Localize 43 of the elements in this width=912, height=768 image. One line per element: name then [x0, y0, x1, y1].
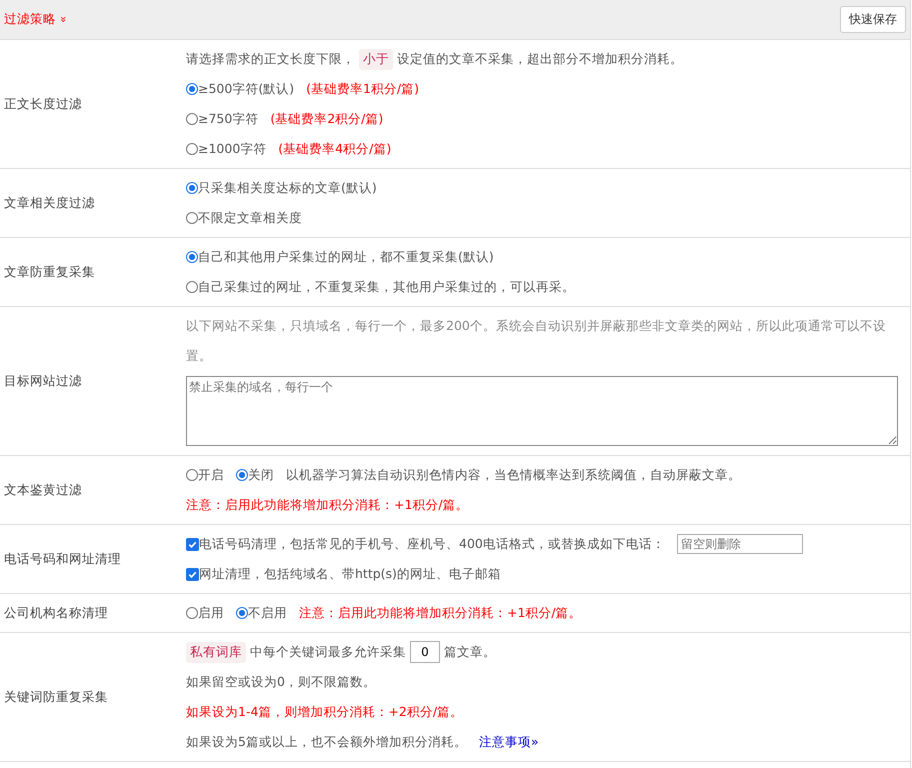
warning-text: (基础费率4积分/篇): [278, 140, 392, 158]
radio-option[interactable]: 只采集相关度达标的文章(默认): [186, 180, 377, 196]
count-input-field[interactable]: 0: [410, 641, 440, 663]
keyword-tag: 私有词库: [186, 642, 246, 662]
chevron-icon: »: [56, 16, 70, 23]
radio-option[interactable]: ≥750字符: [186, 110, 258, 128]
radio-option[interactable]: 自己采集过的网址，不重复采集，其他用户采集过的，可以再采。: [186, 278, 575, 296]
domain-textarea[interactable]: 禁止采集的域名，每行一个: [186, 376, 898, 446]
description-text: 以下网站不采集，只填域名，每行一个，最多200个。系统会自动识别并屏蔽那些非文章类的网站，所以此项通常可以不设置。: [186, 317, 887, 365]
description-text: 设定值的文章不采集，超出部分不增加积分消耗。: [397, 50, 683, 68]
description-text: 如果设为5篇或以上，也不会额外增加积分消耗。: [186, 734, 467, 750]
description-text: 以机器学习算法自动识别色情内容，当色情概率达到系统阈值，自动屏蔽文章。: [286, 466, 741, 484]
setting-label: 正文长度过滤: [3, 94, 83, 112]
radio-option[interactable]: 启用: [186, 604, 224, 622]
setting-label: 文本鉴黄过滤: [3, 480, 83, 498]
radio-option[interactable]: 关闭: [236, 466, 274, 484]
radio-option[interactable]: 自己和其他用户采集过的网址，都不重复采集(默认): [186, 248, 494, 266]
warning-text: 如果设为1-4篇，则增加积分消耗：+2积分/篇。: [186, 704, 464, 720]
warning-text: (基础费率2积分/篇): [270, 110, 384, 128]
checkbox-option[interactable]: 网址清理，包括纯域名、带http(s)的网址、电子邮箱: [186, 566, 501, 582]
warning-text: (基础费率1积分/篇): [306, 80, 420, 98]
notes-link[interactable]: 注意事项»: [478, 734, 539, 750]
setting-label: 电话号码和网址清理: [3, 550, 122, 568]
setting-label: 关键词防重复采集: [3, 688, 109, 706]
warning-text: 注意：启用此功能将增加积分消耗：+1积分/篇。: [186, 496, 469, 514]
description-text: 篇文章。: [444, 644, 496, 660]
setting-label: 文章防重复采集: [3, 262, 96, 280]
description-text: 请选择需求的正文长度下限，: [186, 50, 355, 68]
setting-label: 文章相关度过滤: [3, 194, 96, 212]
phone-input-field[interactable]: 留空则删除: [676, 534, 803, 554]
radio-option[interactable]: ≥1000字符: [186, 140, 266, 158]
radio-option[interactable]: ≥500字符(默认): [186, 80, 294, 98]
keyword-tag: 小于: [359, 48, 393, 70]
setting-label: 目标网站过滤: [3, 372, 83, 390]
checkbox-option[interactable]: 电话号码清理，包括常见的手机号、座机号、400电话格式，或替换成如下电话：: [186, 536, 665, 552]
setting-label: 公司机构名称清理: [3, 604, 109, 622]
radio-option[interactable]: 不限定文章相关度: [186, 210, 302, 226]
quick-save-button[interactable]: 快速保存: [840, 6, 906, 33]
radio-option[interactable]: 不启用: [236, 604, 287, 622]
radio-option[interactable]: 开启: [186, 466, 224, 484]
description-text: 中每个关键词最多允许采集: [250, 644, 406, 660]
description-text: 如果留空或设为0，则不限篇数。: [186, 674, 376, 690]
warning-text: 注意：启用此功能将增加积分消耗：+1积分/篇。: [299, 604, 582, 622]
